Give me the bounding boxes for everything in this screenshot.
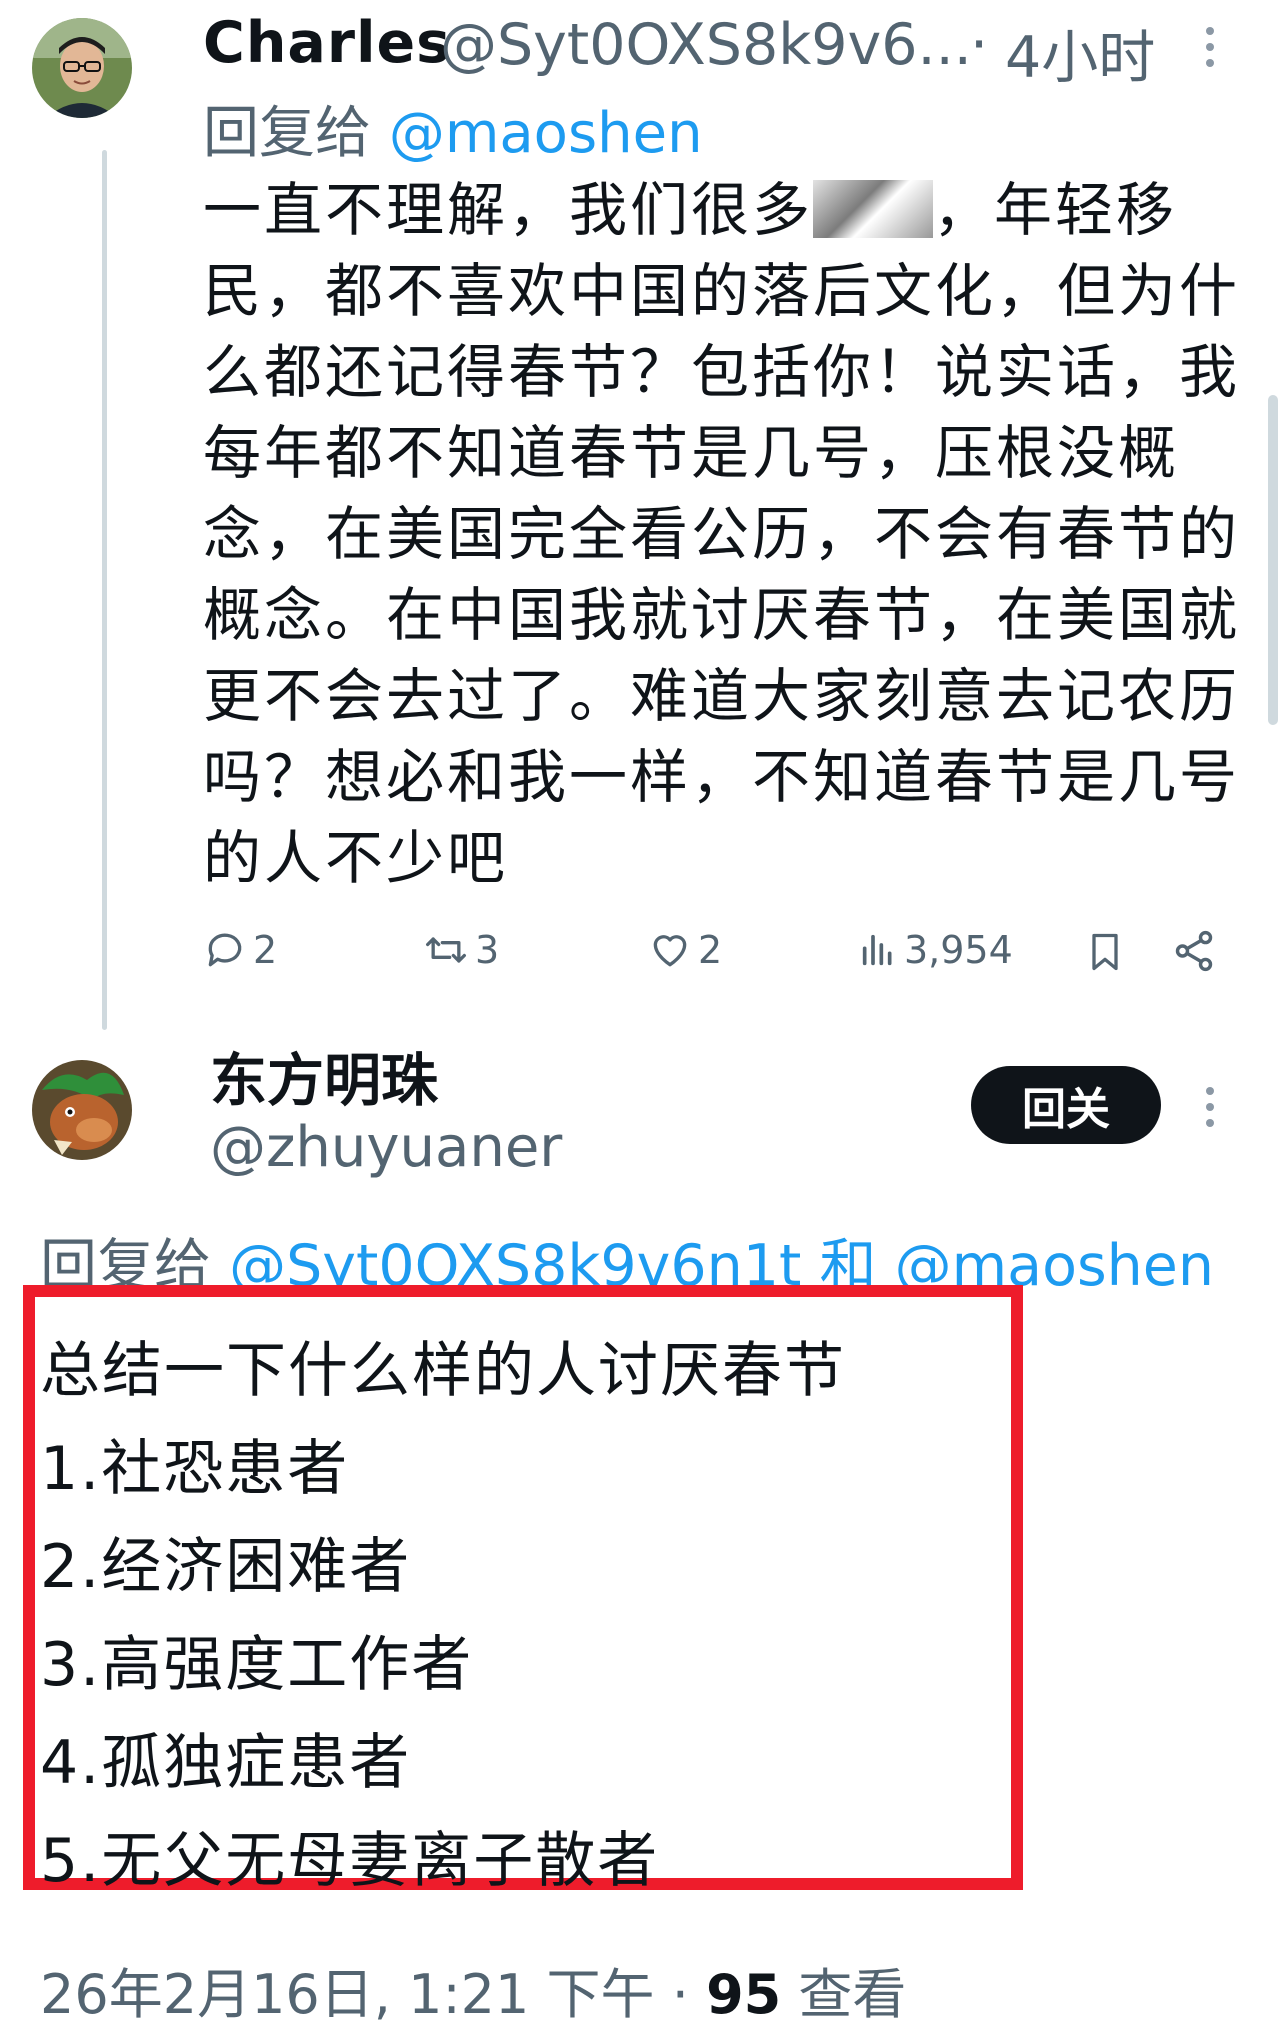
tweet-body-line: 1.社恐患者	[40, 1434, 350, 1504]
view-label: 查看	[798, 1963, 907, 2026]
tweet-actions: 2 3 2 3,954	[203, 928, 1223, 988]
tweet-time[interactable]: 4小时	[1005, 12, 1155, 94]
tweet-body-line: 么都还记得春节？包括你！说实话，我	[203, 338, 1241, 406]
more-icon[interactable]	[1203, 1085, 1217, 1136]
view-count: 95	[706, 1963, 782, 2026]
separator-dot: ·	[970, 12, 989, 78]
like-count: 2	[698, 928, 723, 972]
tweet-body-line: 吗？想必和我一样，不知道春节是几号	[203, 743, 1241, 811]
like-button[interactable]: 2	[648, 928, 722, 972]
reply-count: 2	[253, 928, 278, 972]
tweet-body-line: 4.孤独症患者	[40, 1728, 412, 1798]
views-icon	[862, 934, 892, 966]
tweet-body: 一直不理解，我们很多 ，年轻移 民，都不喜欢中国的落后文化，但为什 么都还记得春节…	[203, 170, 1241, 899]
view-count: 3,954	[904, 928, 1013, 972]
tweet-body-line: 2.经济困难者	[40, 1532, 412, 1602]
tweet-timestamp[interactable]: 26年2月16日, 1:21 下午	[40, 1963, 655, 2026]
share-icon	[1175, 930, 1213, 972]
tweet-body-line: 民，都不喜欢中国的落后文化，但为什	[203, 257, 1241, 325]
author-name[interactable]: Charles	[203, 10, 451, 76]
bookmark-icon	[1092, 933, 1118, 971]
tweet-body-line: 总结一下什么样的人讨厌春节	[40, 1336, 846, 1406]
bookmark-button[interactable]	[1083, 928, 1127, 976]
repost-button[interactable]: 3	[423, 928, 499, 972]
tweet-meta: 26年2月16日, 1:21 下午 · 95 查看	[40, 1950, 906, 2029]
blurred-text	[813, 180, 934, 238]
reply-icon	[208, 933, 242, 967]
tweet-body-line: 更不会去过了。难道大家刻意去记农历	[203, 662, 1241, 730]
follow-back-button[interactable]: 回关	[971, 1066, 1161, 1144]
repost-count: 3	[475, 928, 500, 972]
tweet-body-line: 念，在美国完全看公历，不会有春节的	[203, 500, 1241, 568]
reply-prefix: 回复给	[203, 101, 371, 166]
tweet-body-line: 3.高强度工作者	[40, 1630, 474, 1700]
scrollbar[interactable]	[1268, 395, 1278, 725]
author-handle[interactable]: @zhuyuaner	[210, 1115, 562, 1180]
author-handle[interactable]: @Syt0OXS8k9v6...	[440, 12, 972, 78]
avatar-dongfangmingzhu[interactable]	[32, 1060, 132, 1160]
more-icon[interactable]	[1203, 25, 1217, 76]
repost-icon	[426, 937, 466, 963]
views-button[interactable]: 3,954	[858, 928, 1013, 972]
share-button[interactable]	[1171, 928, 1217, 974]
reply-mention-link[interactable]: @maoshen	[389, 101, 703, 166]
tweet-body-line: 5.无父无母妻离子散者	[40, 1826, 660, 1896]
like-icon	[653, 935, 687, 967]
thread-connector-line	[102, 150, 107, 1030]
reply-context: 回复给 @maoshen	[203, 88, 703, 169]
author-name[interactable]: 东方明珠	[210, 1035, 438, 1117]
tweet-body: 总结一下什么样的人讨厌春节 1.社恐患者 2.经济困难者 3.高强度工作者 4.…	[40, 1322, 846, 1910]
separator-dot: ·	[671, 1963, 689, 2026]
tweet-body-line: 每年都不知道春节是几号，压根没概	[203, 419, 1180, 487]
tweet-body-line: 一直不理解，我们很多 ，年轻移	[203, 176, 1178, 244]
avatar-charles[interactable]	[32, 18, 132, 118]
tweet-body-line: 的人不少吧	[203, 824, 509, 892]
tweet-body-line: 概念。在中国我就讨厌春节，在美国就	[203, 581, 1241, 649]
reply-button[interactable]: 2	[203, 928, 277, 972]
